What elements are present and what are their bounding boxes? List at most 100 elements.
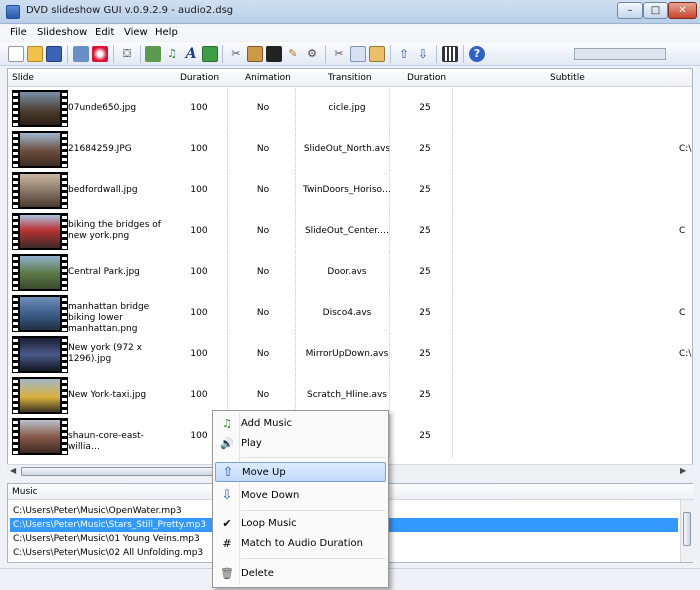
slide-transition: Door.avs bbox=[327, 267, 367, 277]
menu-help[interactable]: Help bbox=[155, 27, 178, 38]
burn-disc-icon[interactable] bbox=[92, 46, 108, 62]
slide-animation: No bbox=[256, 185, 270, 195]
slide-filename: shaun-core-east-willia… bbox=[68, 431, 144, 452]
slide-thumbnail-image bbox=[20, 133, 60, 166]
zoom-slider[interactable] bbox=[574, 48, 666, 60]
col-transition-duration[interactable]: Duration bbox=[407, 73, 446, 83]
add-slide-icon[interactable] bbox=[145, 46, 161, 62]
transition-duration: 25 bbox=[419, 349, 431, 359]
menu-item-move-down[interactable]: ⇩ Move Down bbox=[215, 486, 386, 506]
menu-item-match-duration[interactable]: # Match to Audio Duration bbox=[215, 534, 386, 554]
transition-duration: 25 bbox=[419, 226, 431, 236]
transition-duration: 25 bbox=[419, 103, 431, 113]
slide-filename: Central Park.jpg bbox=[68, 267, 140, 277]
slide-transition: SlideOut_Center.… bbox=[304, 226, 390, 236]
slide-thumbnail bbox=[12, 172, 68, 209]
col-subtitle[interactable]: Subtitle bbox=[550, 73, 585, 83]
menu-item-play[interactable]: 🔊 Play bbox=[215, 434, 386, 454]
table-row[interactable]: Central Park.jpg 100 No Door.avs 25 bbox=[8, 252, 692, 293]
text-icon[interactable]: A bbox=[183, 46, 199, 62]
slide-thumbnail bbox=[12, 90, 68, 127]
project-icon[interactable] bbox=[73, 46, 89, 62]
loop-music-label: Loop Music bbox=[241, 518, 297, 529]
arrow-up-icon: ⇧ bbox=[222, 465, 234, 480]
slide-filename: manhattan bridge biking lower manhattan.… bbox=[68, 302, 150, 334]
tools-icon[interactable]: ✂ bbox=[228, 46, 244, 62]
slide-filename: biking the bridges of new york.png bbox=[68, 220, 161, 241]
move-down-icon[interactable]: ⇩ bbox=[415, 46, 431, 62]
slide-animation: No bbox=[256, 308, 270, 318]
paste-icon[interactable] bbox=[369, 46, 385, 62]
transition-duration: 25 bbox=[419, 431, 431, 441]
table-row[interactable]: manhattan bridge biking lower manhattan.… bbox=[8, 293, 692, 334]
col-transition[interactable]: Transition bbox=[328, 73, 372, 83]
film-icon[interactable] bbox=[266, 46, 282, 62]
background-icon[interactable] bbox=[202, 46, 218, 62]
menu-bar: File Slideshow Edit View Help bbox=[0, 25, 700, 41]
menu-slideshow[interactable]: Slideshow bbox=[37, 27, 87, 38]
slide-transition: TwinDoors_Horiso… bbox=[302, 185, 392, 195]
transition-duration: 25 bbox=[419, 144, 431, 154]
brush-icon[interactable]: ✎ bbox=[285, 46, 301, 62]
effects-icon[interactable]: ⚙ bbox=[304, 46, 320, 62]
window-title: DVD slideshow GUI v.0.9.2.9 - audio2.dsg bbox=[26, 5, 234, 16]
minimize-button[interactable]: – bbox=[617, 2, 643, 19]
scroll-left-icon[interactable]: ◀ bbox=[10, 466, 16, 475]
table-row[interactable]: biking the bridges of new york.png 100 No S… bbox=[8, 211, 692, 252]
slide-filename: New york (972 x 1296).jpg bbox=[68, 343, 142, 364]
slide-thumbnail bbox=[12, 377, 68, 414]
add-music-icon[interactable]: ♫ bbox=[164, 46, 180, 62]
app-icon bbox=[6, 5, 20, 19]
cut-icon[interactable]: ✂ bbox=[331, 46, 347, 62]
slide-thumbnail bbox=[12, 213, 68, 250]
new-file-icon[interactable] bbox=[8, 46, 24, 62]
slide-animation: No bbox=[256, 390, 270, 400]
slide-transition: cicle.jpg bbox=[328, 103, 366, 113]
image-edit-icon[interactable] bbox=[247, 46, 263, 62]
match-duration-icon: # bbox=[222, 537, 232, 550]
scroll-right-icon[interactable]: ▶ bbox=[680, 466, 686, 475]
open-folder-icon[interactable] bbox=[27, 46, 43, 62]
copy-icon[interactable] bbox=[350, 46, 366, 62]
menu-edit[interactable]: Edit bbox=[95, 27, 114, 38]
grid-icon[interactable] bbox=[442, 46, 458, 62]
col-slide[interactable]: Slide bbox=[12, 73, 34, 83]
checkmark-icon: ✔ bbox=[222, 517, 232, 530]
slide-animation: No bbox=[256, 103, 270, 113]
table-row[interactable]: bedfordwall.jpg 100 No TwinDoors_Horiso… 25 bbox=[8, 170, 692, 211]
slide-filename: 07unde650.jpg bbox=[68, 103, 137, 113]
col-animation[interactable]: Animation bbox=[245, 73, 291, 83]
preview-icon[interactable]: ⛋ bbox=[119, 46, 135, 62]
menu-item-add-music[interactable]: ♫ Add Music bbox=[215, 414, 386, 434]
menu-file[interactable]: File bbox=[10, 27, 27, 38]
slide-duration: 100 bbox=[190, 349, 208, 359]
music-scrollbar-thumb[interactable] bbox=[683, 512, 691, 546]
slide-thumbnail-image bbox=[20, 338, 60, 371]
save-icon[interactable] bbox=[46, 46, 62, 62]
trash-icon: 🗑 bbox=[220, 567, 234, 580]
move-up-icon[interactable]: ⇧ bbox=[396, 46, 412, 62]
slide-thumbnail-image bbox=[20, 174, 60, 207]
close-button[interactable]: ✕ bbox=[668, 2, 697, 19]
slide-animation: No bbox=[256, 226, 270, 236]
add-music-label: Add Music bbox=[241, 418, 292, 429]
music-vertical-scrollbar[interactable] bbox=[680, 500, 693, 562]
table-row[interactable]: 07unde650.jpg 100 No cicle.jpg 25 bbox=[8, 88, 692, 129]
slide-filename: bedfordwall.jpg bbox=[68, 185, 138, 195]
menu-view[interactable]: View bbox=[124, 27, 148, 38]
menu-item-move-up[interactable]: ⇧ Move Up bbox=[215, 462, 386, 482]
slide-transition: Scratch_Hline.avs bbox=[307, 390, 387, 400]
slide-transition: SlideOut_North.avs bbox=[303, 144, 391, 154]
table-row[interactable]: New york (972 x 1296).jpg 100 No MirrorUpDo… bbox=[8, 334, 692, 375]
scrollbar-thumb[interactable] bbox=[21, 467, 217, 476]
slide-subtitle-path: C:\ bbox=[679, 144, 692, 154]
table-row[interactable]: 21684259.JPG 100 No SlideOut_North.avs 25 C:\ bbox=[8, 129, 692, 170]
slide-thumbnail-image bbox=[20, 92, 60, 125]
col-duration[interactable]: Duration bbox=[180, 73, 219, 83]
menu-item-loop-music[interactable]: ✔ Loop Music bbox=[215, 514, 386, 534]
maximize-button[interactable]: □ bbox=[643, 2, 668, 19]
menu-item-delete[interactable]: 🗑 Delete bbox=[215, 564, 386, 584]
slide-transition: MirrorUpDown.avs bbox=[305, 349, 389, 359]
help-icon[interactable]: ? bbox=[469, 46, 485, 62]
add-music-icon: ♫ bbox=[222, 417, 232, 430]
